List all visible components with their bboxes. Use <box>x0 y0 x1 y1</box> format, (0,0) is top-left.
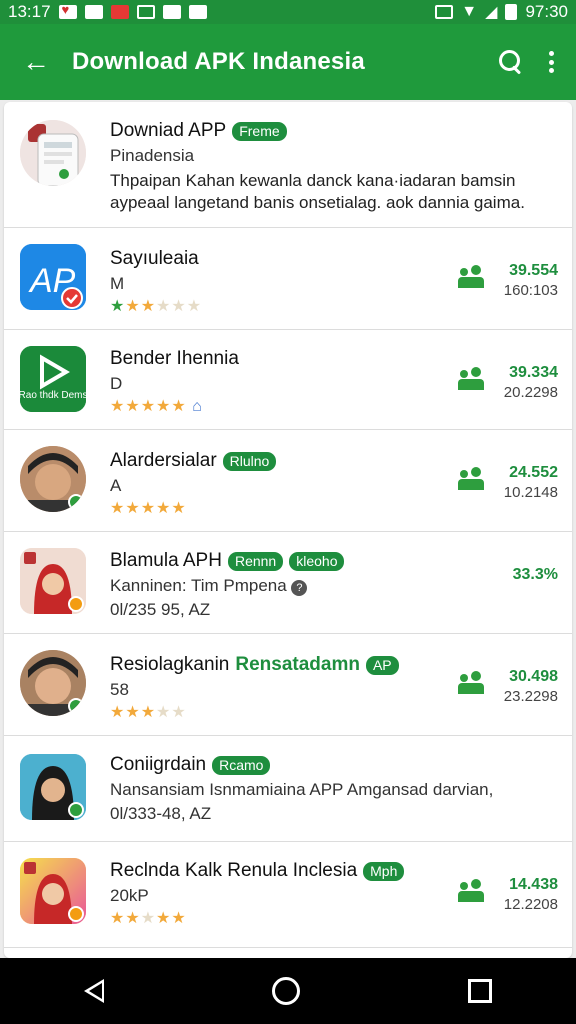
list-item[interactable]: Alardersialar Rlulno A ★★★★★ 24.552 10.2… <box>4 430 572 532</box>
app-subtitle: 20kP <box>110 886 149 905</box>
stat-primary: 33.3% <box>512 566 558 583</box>
app-bar: ← Download APK Indanesia <box>0 24 576 100</box>
status-badge: Rlulno <box>222 451 277 471</box>
app-subtitle: Pinadensia <box>110 146 195 165</box>
info-icon[interactable]: ? <box>291 580 308 596</box>
app-icon <box>20 650 86 716</box>
nav-recents-icon[interactable] <box>468 979 492 1003</box>
app-description: Thpaipan Kahan kewanla danck kana·iadara… <box>110 171 525 212</box>
rating-stars: ★★★★★ <box>110 500 187 517</box>
status-badge: AP <box>365 655 399 675</box>
app-stats: 30.498 23.2298 <box>458 668 558 705</box>
sim-notification-icon <box>136 5 155 19</box>
list-item[interactable]: Blamula APH Rennn kleoho Kanninen: Tim P… <box>4 532 572 634</box>
app-icon <box>20 548 86 614</box>
app-subtitle: 58 <box>110 680 129 699</box>
alarm-icon <box>435 5 454 19</box>
nav-back-icon[interactable] <box>84 979 104 1003</box>
app-notification-icon <box>188 5 207 19</box>
app-stats: 39.554 160:103 <box>458 262 558 299</box>
status-badge: Rennn <box>227 551 284 571</box>
app-icon: AP <box>20 244 86 310</box>
app-icon-label: Rao thdk Dems <box>20 390 86 401</box>
app-icon <box>20 858 86 924</box>
status-bar: 13:17 ▼ ◢ 97:30 <box>0 0 576 24</box>
battery-icon <box>505 4 518 20</box>
back-arrow-icon[interactable]: ← <box>0 46 72 78</box>
verified-badge-icon <box>68 494 84 510</box>
nav-home-icon[interactable] <box>272 977 300 1005</box>
app-stats: 33.3% <box>458 566 558 584</box>
users-icon <box>458 268 484 288</box>
app-stats: 14.438 12.2208 <box>458 876 558 913</box>
search-icon[interactable] <box>498 49 524 75</box>
app-name: Downiad APP <box>110 120 227 141</box>
app-name: Blamula APH <box>110 550 222 571</box>
app-subtitle: M <box>110 274 125 293</box>
app-icon <box>20 754 86 820</box>
app-meta: 0l/333-48, AZ <box>110 804 212 823</box>
heart-notification-icon <box>58 2 77 19</box>
app-name: Bender Ihennia <box>110 348 239 369</box>
app-name: Coniigrdain <box>110 754 207 775</box>
app-stats: 24.552 10.2148 <box>458 464 558 501</box>
list-item[interactable]: Resiolagkanin Rensatadamn AP 58 ★★★★★ 30… <box>4 634 572 736</box>
list-item[interactable]: AP Sayıuleaia M ★★★★★★ 39.554 160:103 <box>4 228 572 330</box>
app-subtitle-row: Kanninen: Tim Pmpena ? <box>110 576 472 596</box>
status-time: 13:17 <box>8 2 51 21</box>
users-icon <box>458 674 484 694</box>
app-subtitle: Nansansiam Isnmamiaina APP Amgansad darv… <box>110 780 494 799</box>
app-name: Alardersialar <box>110 450 217 471</box>
app-name: Sayıuleaia <box>110 248 199 269</box>
app-icon <box>20 446 86 512</box>
list-item[interactable]: Downiad APP Freme Pinadensia Thpaipan Ka… <box>4 102 572 228</box>
signal-icon: ◢ <box>485 4 498 21</box>
app-subtitle: D <box>110 374 123 393</box>
app-subtitle: A <box>110 476 122 495</box>
app-subtitle: Kanninen: Tim Pmpena <box>110 576 287 595</box>
users-icon <box>458 370 484 390</box>
app-icon <box>20 120 86 186</box>
mail-notification-icon <box>162 5 181 19</box>
page-title: Download APK Indanesia <box>72 48 365 75</box>
status-badge: Mph <box>363 861 405 881</box>
status-badge: Rcamo <box>212 755 271 775</box>
status-badge: Freme <box>232 121 287 141</box>
app-name: Reclnda Kalk Renula Inclesia <box>110 860 358 881</box>
app-icon: Rao thdk Dems <box>20 346 86 412</box>
app-stats: 39.334 20.2298 <box>458 364 558 401</box>
app-notification-icon <box>110 5 129 19</box>
app-notification-icon <box>84 5 103 19</box>
rating-stars: ★★★★★ <box>110 910 187 927</box>
app-list-card: Downiad APP Freme Pinadensia Thpaipan Ka… <box>4 102 572 958</box>
app-name: Resiolagkanin <box>110 654 230 675</box>
list-item[interactable]: Coniigrdain Rcamo Nansansiam Isnmamiaina… <box>4 736 572 842</box>
rating-stars: ★★★★★★ <box>110 298 203 315</box>
app-tag: Rensatadamn <box>235 654 360 675</box>
rating-stars: ★★★★★ <box>110 704 187 721</box>
users-icon <box>458 882 484 902</box>
rating-stars: ★★★★★ ⌂ <box>110 398 203 415</box>
status-badge: kleoho <box>289 551 345 571</box>
verified-badge-icon <box>68 802 84 818</box>
users-icon <box>458 470 484 490</box>
system-nav-bar <box>0 958 576 1024</box>
wifi-icon: ▼ <box>461 3 478 20</box>
badge-icon <box>68 906 84 922</box>
verified-badge-icon <box>68 698 84 714</box>
status-clock-right: 97:30 <box>525 2 568 21</box>
more-options-icon[interactable] <box>548 51 554 73</box>
app-meta: 0l/235 95, AZ <box>110 600 211 619</box>
list-item[interactable]: Rao thdk Dems Bender Ihennia D ★★★★★ ⌂ 3… <box>4 330 572 430</box>
list-item[interactable]: Reclnda Kalk Renula Inclesia Mph 20kP ★★… <box>4 842 572 948</box>
badge-icon <box>68 596 84 612</box>
